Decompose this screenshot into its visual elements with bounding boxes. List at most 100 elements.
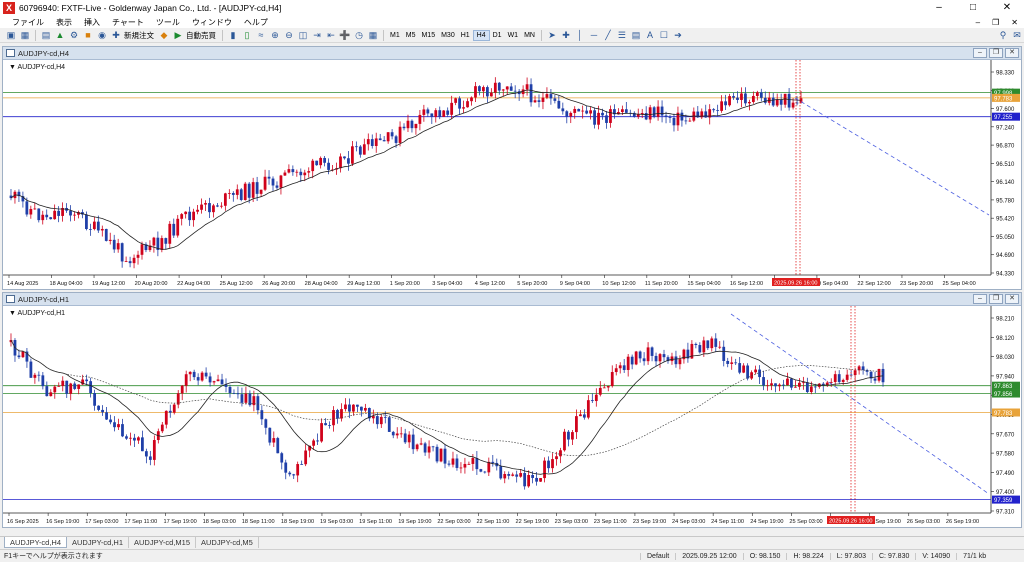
- candle-body: [391, 431, 395, 436]
- status-profile[interactable]: Default: [640, 552, 675, 560]
- minimize-icon[interactable]: –: [922, 0, 956, 16]
- periods-icon[interactable]: ◷: [353, 30, 365, 41]
- tab-audjpy-m15[interactable]: AUDJPY-cd,M15: [129, 537, 196, 548]
- menu-tools[interactable]: ツール: [150, 17, 186, 28]
- chart-shift-icon[interactable]: ⇤: [325, 30, 337, 41]
- menu-restore-icon[interactable]: ❐: [986, 18, 1005, 27]
- timeframe-m1[interactable]: M1: [387, 30, 403, 41]
- menu-charts[interactable]: チャート: [106, 17, 150, 28]
- candle-body: [192, 211, 195, 221]
- menu-insert[interactable]: 挿入: [78, 17, 106, 28]
- tab-audjpy-h4[interactable]: AUDJPY-cd,H4: [4, 537, 67, 548]
- candle-body: [499, 466, 503, 479]
- chart-window-h4[interactable]: AUDJPY-cd,H4 – ❐ ✕ ▼ AUDJPY-cd,H4 98.330 9…: [2, 46, 1022, 290]
- window-restore-icon[interactable]: ❐: [989, 294, 1003, 304]
- trendline-icon[interactable]: ╱: [602, 30, 614, 41]
- timeframe-m15[interactable]: M15: [418, 30, 438, 41]
- menu-window[interactable]: ウィンドウ: [186, 17, 238, 28]
- auto-trading-button[interactable]: 自動売買: [186, 30, 216, 41]
- price-axis-label: 97.940: [996, 374, 1015, 380]
- fibonacci-icon[interactable]: ▤: [630, 30, 642, 41]
- tester-icon[interactable]: ◉: [96, 30, 108, 41]
- candle-body: [434, 110, 438, 117]
- new-order-button[interactable]: 新規注文: [124, 30, 154, 41]
- close-icon[interactable]: ✕: [990, 0, 1024, 16]
- new-chart-icon[interactable]: ▣: [5, 30, 17, 41]
- cursor-icon[interactable]: ➤: [546, 30, 558, 41]
- window-close-icon[interactable]: ✕: [1005, 294, 1019, 304]
- maximize-icon[interactable]: □: [956, 0, 990, 16]
- candle-body: [53, 210, 57, 220]
- chat-icon[interactable]: ✉: [1011, 30, 1023, 41]
- candle-body: [216, 379, 220, 382]
- auto-trading-icon[interactable]: ▶: [172, 30, 184, 41]
- window-minimize-icon[interactable]: –: [973, 294, 987, 304]
- bar-chart-icon[interactable]: ▮: [227, 30, 239, 41]
- metaeditor-icon[interactable]: ◆: [158, 30, 170, 41]
- chart-window-h1[interactable]: AUDJPY-cd,H1 – ❐ ✕ ▼ AUDJPY-cd,H1 98.210 9…: [2, 292, 1022, 528]
- market-watch-icon[interactable]: ▤: [40, 30, 52, 41]
- candle-body: [117, 424, 120, 428]
- price-axis-label: 97.240: [996, 125, 1015, 131]
- tile-windows-icon[interactable]: ◫: [297, 30, 309, 41]
- timeframe-m5[interactable]: M5: [403, 30, 419, 41]
- autoscroll-icon[interactable]: ⇥: [311, 30, 323, 41]
- candle-body: [188, 371, 192, 375]
- candle-body: [622, 365, 626, 370]
- search-icon[interactable]: ⚲: [997, 30, 1009, 41]
- candle-body: [244, 393, 248, 403]
- window-close-icon[interactable]: ✕: [1005, 48, 1019, 58]
- candle-body: [423, 443, 427, 453]
- channel-icon[interactable]: ☰: [616, 30, 628, 41]
- crosshair-icon[interactable]: ✚: [560, 30, 572, 41]
- candle-body: [644, 113, 648, 120]
- candle-body: [470, 97, 473, 102]
- new-order-icon[interactable]: ✚: [110, 30, 122, 41]
- candle-body: [85, 379, 89, 382]
- candle-body: [236, 393, 240, 395]
- timeframe-m30[interactable]: M30: [438, 30, 458, 41]
- arrows-tool-icon[interactable]: ➔: [672, 30, 684, 41]
- window-restore-icon[interactable]: ❐: [989, 48, 1003, 58]
- data-window-icon[interactable]: ▲: [54, 30, 66, 41]
- window-minimize-icon[interactable]: –: [973, 48, 987, 58]
- menu-view[interactable]: 表示: [50, 17, 78, 28]
- templates-icon[interactable]: ▦: [367, 30, 379, 41]
- tab-audjpy-h1[interactable]: AUDJPY-cd,H1: [67, 537, 129, 548]
- candle-body: [45, 214, 49, 218]
- timeframe-w1[interactable]: W1: [505, 30, 522, 41]
- timeframe-mn[interactable]: MN: [521, 30, 538, 41]
- line-chart-icon[interactable]: ≈: [255, 30, 267, 41]
- chart-window-title: AUDJPY-cd,H4: [18, 48, 69, 58]
- menu-minimize-icon[interactable]: –: [970, 18, 986, 27]
- vertical-line-icon[interactable]: │: [574, 30, 586, 41]
- menu-help[interactable]: ヘルプ: [238, 17, 274, 28]
- candle-body: [873, 378, 877, 381]
- candle-body: [88, 229, 92, 230]
- candle-body: [49, 217, 53, 220]
- candle-body: [105, 412, 108, 420]
- text-tool-icon[interactable]: A: [644, 30, 656, 41]
- timeframe-h1[interactable]: H1: [458, 30, 473, 41]
- candle-body: [427, 446, 431, 453]
- candle-body: [813, 386, 817, 388]
- navigator-icon[interactable]: ⚙: [68, 30, 80, 41]
- timeframe-h4[interactable]: H4: [472, 29, 490, 41]
- zoom-in-icon[interactable]: ⊕: [269, 30, 281, 41]
- time-axis-label: 23 Sep 20:00: [900, 281, 933, 287]
- chart-area-h4[interactable]: ▼ AUDJPY-cd,H498.33097.96097.60097.24096…: [3, 60, 1021, 289]
- timeframe-d1[interactable]: D1: [490, 30, 505, 41]
- indicators-icon[interactable]: ➕: [339, 30, 351, 41]
- toolbar: ▣ ▦ ▤ ▲ ⚙ ■ ◉ ✚ 新規注文 ◆ ▶ 自動売買 ▮ ▯ ≈ ⊕ ⊖ …: [0, 28, 1024, 43]
- terminal-icon[interactable]: ■: [82, 30, 94, 41]
- chart-area-h1[interactable]: ▼ AUDJPY-cd,H1 98.210 98.120 98.030 97.940 97…: [3, 306, 1021, 527]
- profiles-icon[interactable]: ▦: [19, 30, 31, 41]
- label-tool-icon[interactable]: ☐: [658, 30, 670, 41]
- candlestick-icon[interactable]: ▯: [241, 30, 253, 41]
- horizontal-line-icon[interactable]: ─: [588, 30, 600, 41]
- tab-audjpy-m5[interactable]: AUDJPY-cd,M5: [196, 537, 259, 548]
- menu-close-icon[interactable]: ✕: [1005, 18, 1024, 27]
- zoom-out-icon[interactable]: ⊖: [283, 30, 295, 41]
- candle-body: [786, 378, 789, 386]
- menu-file[interactable]: ファイル: [6, 17, 50, 28]
